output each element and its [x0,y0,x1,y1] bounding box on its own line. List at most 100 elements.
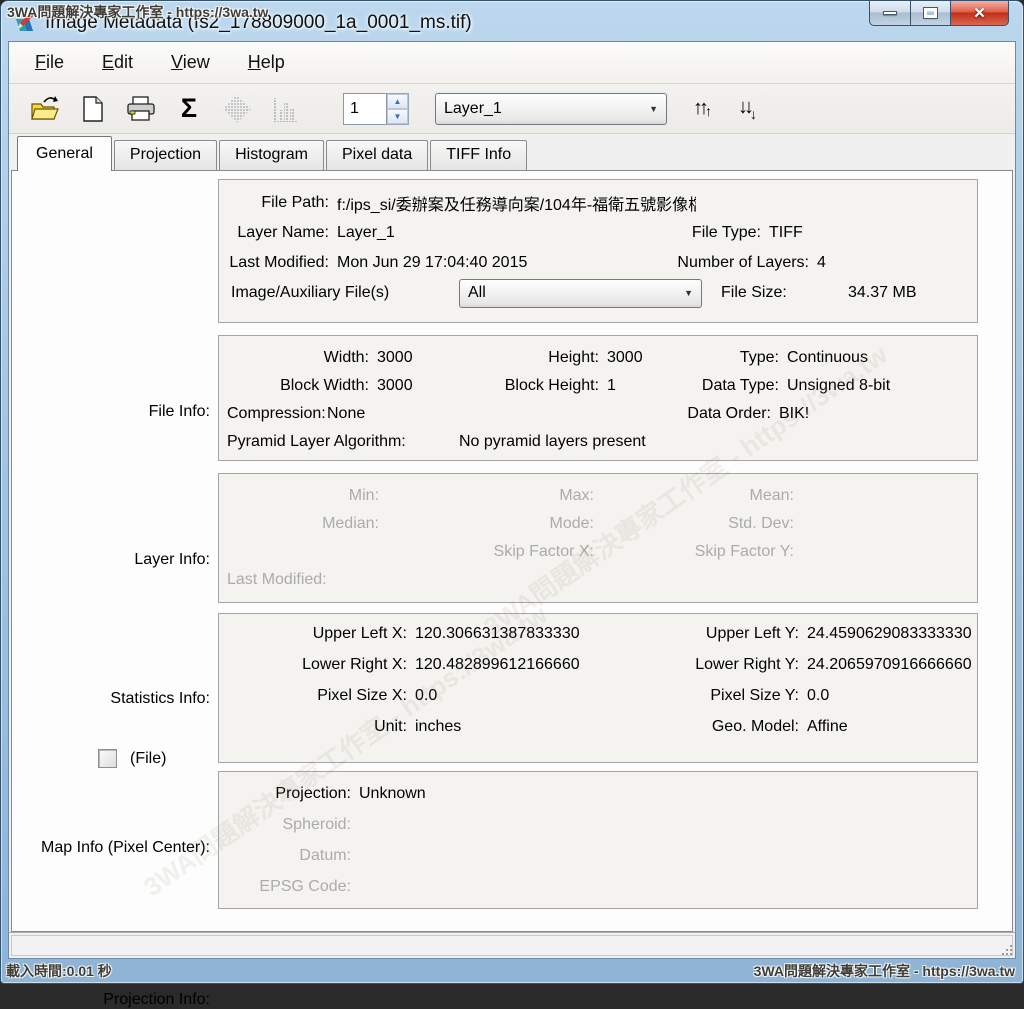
spheroid-label: Spheroid: [219,816,351,834]
layer-name-value: Layer_1 [329,224,649,242]
pyramid-icon [222,94,252,124]
statistics-info-box: Min: Max: Mean: Median: Mode: Std. Dev: … [218,473,978,603]
tab-projection[interactable]: Projection [114,140,217,170]
tab-pixel-data[interactable]: Pixel data [326,140,428,170]
open-folder-icon [30,95,60,123]
last-modified-value: Mon Jun 29 17:04:40 2015 [329,254,584,272]
menu-edit[interactable]: Edit [90,46,145,79]
unit-value: inches [407,718,627,736]
goto-bottom-button[interactable]: ↓↓ ↓ [738,96,757,122]
general-tab-page: File Info: Layer Info: Statistics Info: … [11,170,1013,932]
layer-name-label: Layer Name: [219,224,329,242]
map-info-box: Upper Left X: 120.306631387833330 Upper … [218,613,978,763]
printer-icon [126,95,156,123]
arrows-up-icon: ↑↑ [693,97,705,120]
tab-strip: General Projection Histogram Pixel data … [9,134,1015,170]
maximize-icon [924,8,937,18]
file-statistics-checkbox[interactable] [98,749,117,768]
map-info-caption: Map Info (Pixel Center): [12,839,210,857]
statistics-info-caption: Statistics Info: [12,690,210,708]
toolbar: Σ ▲ [9,84,1015,134]
chevron-down-icon: ▼ [684,288,693,298]
open-file-button[interactable] [27,92,63,126]
print-button[interactable] [123,92,159,126]
client-area: File Edit View Help [8,41,1016,959]
menu-view[interactable]: View [159,46,222,79]
pixel-size-y-label: Pixel Size Y: [627,687,799,705]
menu-file[interactable]: File [23,46,76,79]
pyramid-value: No pyramid layers present [451,433,646,451]
watermark-top-left: 3WA問題解決專家工作室 - https://3wa.tw [7,2,268,22]
data-order-label: Data Order: [671,405,771,423]
upper-left-x-label: Upper Left X: [219,625,407,643]
height-value: 3000 [599,349,699,367]
block-height-label: Block Height: [504,377,599,395]
number-of-layers-value: 4 [809,254,977,272]
projection-value: Unknown [351,785,977,803]
minimize-icon [883,11,897,15]
statistics-button[interactable]: Σ [171,92,207,126]
pyramid-label: Pyramid Layer Algorithm: [219,433,451,451]
upper-left-y-value: 24.4590629083333330 [799,625,977,643]
projection-label: Projection: [219,785,351,803]
file-size-value: 34.37 MB [824,284,977,302]
file-size-label: File Size: [709,284,824,302]
sigma-icon: Σ [181,93,197,124]
watermark-load-time: 載入時間:0.01 秒 [6,961,112,981]
pyramid-layers-button-disabled[interactable] [219,92,255,126]
file-type-value: TIFF [761,224,977,242]
image-metadata-window: Image Metadata (fs2_178809000_1a_0001_ms… [0,0,1024,984]
mean-label: Mean: [694,487,794,505]
spinner-up-icon: ▲ [394,97,402,106]
tab-general[interactable]: General [17,136,112,171]
layer-info-caption: Layer Info: [12,551,210,569]
spinner-up-button[interactable]: ▲ [387,94,408,109]
minimize-button[interactable] [869,1,911,26]
spinner-down-icon: ▼ [394,112,402,121]
projection-info-box: Projection: Unknown Spheroid: Datum: EPS… [218,771,978,909]
data-type-value: Unsigned 8-bit [779,377,977,395]
projection-info-caption: Projection Info: [12,991,210,1009]
skip-factor-y-label: Skip Factor Y: [694,543,794,561]
menu-help[interactable]: Help [236,46,297,79]
histogram-icon [271,94,299,124]
lower-right-x-label: Lower Right X: [219,656,407,674]
tab-tiff-info[interactable]: TIFF Info [430,140,527,170]
data-type-label: Data Type: [699,377,779,395]
maximize-button[interactable] [911,1,951,26]
type-label: Type: [699,349,779,367]
pixel-size-y-value: 0.0 [799,687,977,705]
aux-files-select[interactable]: All ▼ [459,279,702,308]
histogram-button-disabled[interactable] [267,92,303,126]
close-icon: ✕ [973,4,986,22]
mode-label: Mode: [489,515,594,533]
status-bar [9,932,1015,958]
unit-label: Unit: [219,718,407,736]
geo-model-label: Geo. Model: [627,718,799,736]
pixel-size-x-value: 0.0 [407,687,627,705]
skip-factor-x-label: Skip Factor X: [219,543,594,561]
stats-last-modified-label: Last Modified: [227,571,327,589]
data-order-value: BIK! [771,405,809,423]
spinner-down-button[interactable]: ▼ [387,109,408,124]
block-width-value: 3000 [369,377,504,395]
number-of-layers-label: Number of Layers: [584,254,809,272]
width-label: Width: [219,349,369,367]
file-info-caption: File Info: [12,403,210,421]
layer-number-input[interactable] [343,93,387,125]
resize-grip[interactable] [1010,953,1012,955]
block-width-label: Block Width: [219,377,369,395]
compression-value: None [319,405,469,423]
datum-label: Datum: [219,847,351,865]
new-document-icon [81,95,105,123]
layer-number-spinner: ▲ ▼ [343,93,409,125]
aux-files-label: Image/Auxiliary File(s) [219,284,457,302]
new-file-button[interactable] [75,92,111,126]
tab-histogram[interactable]: Histogram [219,140,324,170]
layer-info-box: Width: 3000 Height: 3000 Type: Continuou… [218,335,978,461]
layer-select-value: Layer_1 [444,100,502,118]
goto-top-button[interactable]: ↑↑ ↑ [693,97,712,120]
watermark-bottom-right: 3WA問題解決專家工作室 - https://3wa.tw [754,961,1015,981]
close-button[interactable]: ✕ [951,1,1009,26]
layer-select[interactable]: Layer_1 ▼ [435,93,667,125]
